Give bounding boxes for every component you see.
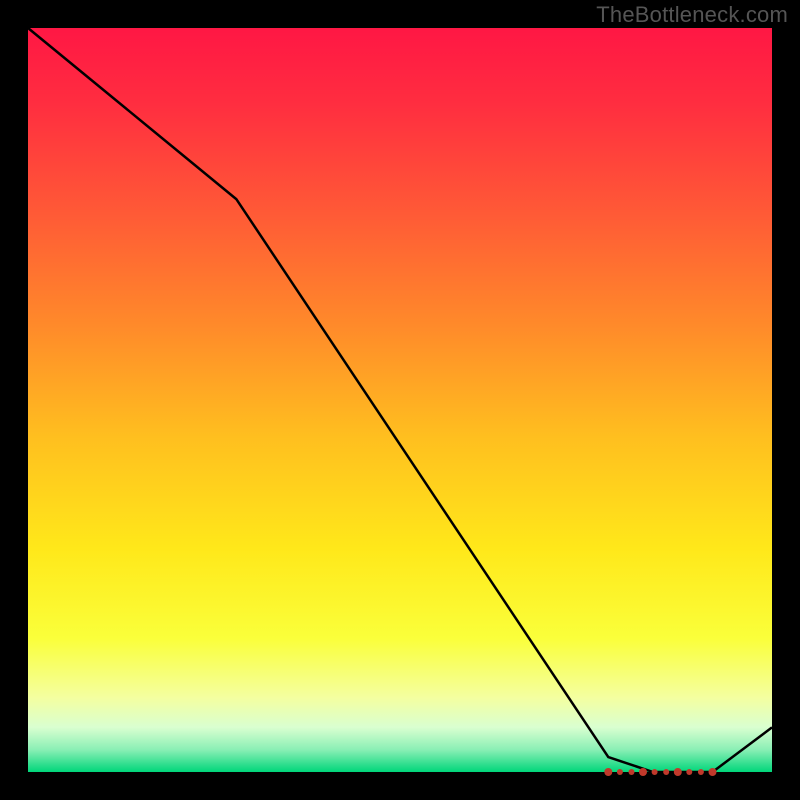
band-marker-dot — [674, 768, 682, 776]
attribution-label: TheBottleneck.com — [596, 2, 788, 28]
band-marker-dot — [709, 768, 717, 776]
band-marker-dot — [604, 768, 612, 776]
band-marker-dot — [617, 769, 623, 775]
band-marker-dot — [629, 769, 635, 775]
band-marker-dot — [698, 769, 704, 775]
band-marker-dot — [686, 769, 692, 775]
plot-background — [28, 28, 772, 772]
chart-svg — [0, 0, 800, 800]
band-marker-dot — [652, 769, 658, 775]
band-marker-dot — [639, 768, 647, 776]
band-marker-dot — [663, 769, 669, 775]
chart-container: TheBottleneck.com — [0, 0, 800, 800]
